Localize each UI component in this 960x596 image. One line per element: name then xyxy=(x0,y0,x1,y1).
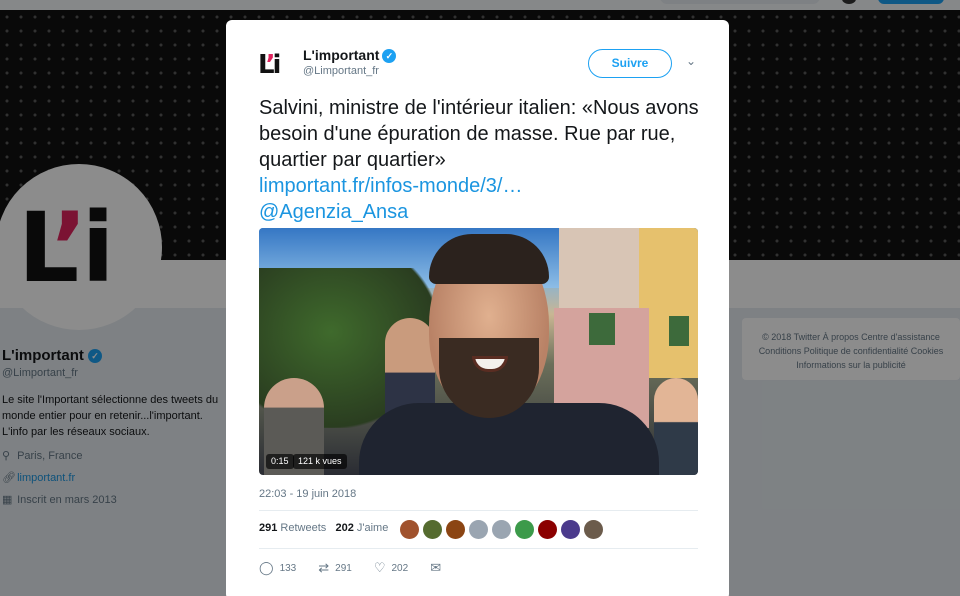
tweet-text-body: Salvini, ministre de l'intérieur italien… xyxy=(259,97,699,171)
retweet-stat[interactable]: 291 Retweets xyxy=(259,522,326,534)
tweet-url-link[interactable]: limportant.fr/infos-monde/3/… xyxy=(259,173,709,199)
tweet-modal: L’i L'important ✓ @Limportant_fr Suivre ⌄… xyxy=(226,20,729,596)
like-button[interactable]: ♡ 202 xyxy=(374,560,408,576)
tweet-mention-link[interactable]: @Agenzia_Ansa xyxy=(259,199,709,225)
envelope-icon: ✉ xyxy=(430,560,442,575)
video-frame-speaker-hair xyxy=(429,234,549,284)
verified-badge-icon: ✓ xyxy=(382,49,397,63)
liker-avatar[interactable] xyxy=(515,520,534,539)
liker-avatar[interactable] xyxy=(469,520,488,539)
liker-avatar[interactable] xyxy=(584,520,603,539)
video-duration-badge: 0:15 xyxy=(266,454,294,469)
video-frame-window xyxy=(669,316,689,346)
retweet-icon: ⇄ xyxy=(318,560,330,575)
direct-message-button[interactable]: ✉ xyxy=(430,560,447,576)
tweet-actions: ◯ 133 ⇄ 291 ♡ 202 ✉ xyxy=(259,560,469,576)
liker-avatar[interactable] xyxy=(492,520,511,539)
like-action-count: 202 xyxy=(391,562,409,574)
reply-count: 133 xyxy=(279,562,297,574)
liker-avatar[interactable] xyxy=(446,520,465,539)
tweet-author-handle[interactable]: @Limportant_fr xyxy=(303,65,379,77)
video-frame-window xyxy=(589,313,615,345)
divider xyxy=(259,510,698,511)
likes-count: 202 xyxy=(335,522,354,534)
retweet-button[interactable]: ⇄ 291 xyxy=(318,560,352,576)
retweets-count: 291 xyxy=(259,522,278,534)
reply-button[interactable]: ◯ 133 xyxy=(259,560,296,576)
retweets-label: Retweets xyxy=(280,522,327,534)
follow-button[interactable]: Suivre xyxy=(588,49,672,78)
tweet-author-name-text: L'important xyxy=(303,47,380,63)
tweet-timestamp[interactable]: 22:03 - 19 juin 2018 xyxy=(259,488,356,500)
liker-avatars xyxy=(400,520,603,539)
tweet-video-player[interactable]: 0:15 121 k vues xyxy=(259,228,698,475)
liker-avatar[interactable] xyxy=(538,520,557,539)
likes-stat[interactable]: 202 J'aime xyxy=(335,522,388,534)
divider xyxy=(259,548,698,549)
retweet-action-count: 291 xyxy=(335,562,352,574)
video-frame-person xyxy=(654,378,698,475)
heart-icon: ♡ xyxy=(373,560,386,575)
chevron-down-icon[interactable]: ⌄ xyxy=(684,54,698,68)
video-views-badge: 121 k vues xyxy=(293,454,347,469)
tweet-stats: 291 Retweets 202 J'aime xyxy=(259,522,388,534)
liker-avatar[interactable] xyxy=(561,520,580,539)
tweet-text: Salvini, ministre de l'intérieur italien… xyxy=(259,95,709,225)
likes-label: J'aime xyxy=(356,522,389,534)
liker-avatar[interactable] xyxy=(400,520,419,539)
liker-avatar[interactable] xyxy=(423,520,442,539)
tweet-author-name[interactable]: L'important ✓ xyxy=(303,47,397,63)
tweet-author-avatar[interactable]: L’i xyxy=(258,48,292,82)
reply-icon: ◯ xyxy=(259,560,274,575)
